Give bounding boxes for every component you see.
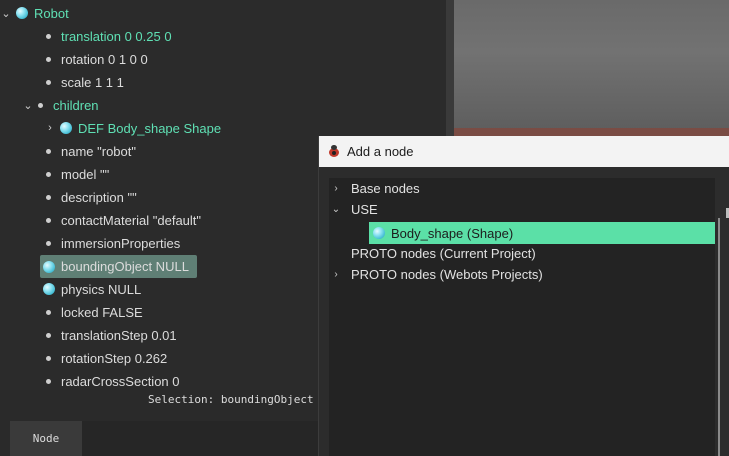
tree-item-label: boundingObject NULL xyxy=(61,259,189,274)
tree-item-label: children xyxy=(53,97,99,113)
chevron-right-icon[interactable]: › xyxy=(44,122,56,134)
bullet-icon xyxy=(46,355,51,361)
viewport-scene xyxy=(454,0,729,130)
tree-item-model[interactable]: model "" xyxy=(46,163,109,185)
tree-item-label: description "" xyxy=(61,189,137,205)
tree-item-label: DEF Body_shape Shape xyxy=(78,120,222,136)
tree-item-label: locked FALSE xyxy=(61,304,143,320)
bullet-icon xyxy=(46,217,51,223)
tree-item-scale[interactable]: scale 1 1 1 xyxy=(46,71,124,93)
dialog-title: Add a node xyxy=(347,144,414,159)
scrollbar[interactable] xyxy=(718,218,720,456)
chevron-down-icon[interactable]: ⌄ xyxy=(329,204,343,215)
bullet-icon xyxy=(46,194,51,200)
tree-item-body-shape[interactable]: › DEF Body_shape Shape xyxy=(44,117,221,139)
node-icon xyxy=(16,7,28,19)
node-tree: › Base nodes ⌄ USE Body_shape (Shape) PR… xyxy=(329,178,715,456)
node-category-base-nodes[interactable]: › Base nodes xyxy=(329,178,420,198)
bullet-icon xyxy=(46,240,51,246)
tree-item-label: name "robot" xyxy=(61,143,136,159)
node-icon xyxy=(60,122,72,134)
bullet-icon xyxy=(46,79,51,85)
tree-item-robot[interactable]: ⌄ Robot xyxy=(0,2,69,24)
tree-item-label: translation 0 0.25 0 xyxy=(61,28,172,44)
add-node-dialog: Add a node › Base nodes ⌄ USE Body_shape… xyxy=(318,136,729,456)
node-category-label: Base nodes xyxy=(351,180,420,196)
selection-info: Selection: boundingObject xyxy=(148,393,314,406)
node-category-label: PROTO nodes (Webots Projects) xyxy=(351,266,543,282)
node-category-proto-webots[interactable]: › PROTO nodes (Webots Projects) xyxy=(329,264,543,284)
bullet-icon xyxy=(46,309,51,315)
3d-viewport[interactable] xyxy=(446,0,729,138)
node-category-label: PROTO nodes (Current Project) xyxy=(351,245,536,261)
tree-item-translation-step[interactable]: translationStep 0.01 xyxy=(46,324,177,346)
tree-item-description[interactable]: description "" xyxy=(46,186,137,208)
dialog-title-bar[interactable]: Add a node xyxy=(319,136,729,167)
tree-item-label: scale 1 1 1 xyxy=(61,74,124,90)
tree-item-immersion-properties[interactable]: immersionProperties xyxy=(46,232,180,254)
bullet-icon xyxy=(46,332,51,338)
tree-item-label: physics NULL xyxy=(61,281,142,297)
node-icon xyxy=(373,227,385,239)
tree-item-physics[interactable]: physics NULL xyxy=(43,278,141,300)
tree-item-label: model "" xyxy=(61,166,110,182)
chevron-right-icon[interactable]: › xyxy=(329,269,343,280)
node-category-use[interactable]: ⌄ USE xyxy=(329,199,378,219)
ladybug-icon xyxy=(327,144,341,159)
tree-item-bounding-object[interactable]: boundingObject NULL xyxy=(40,255,197,278)
node-item-body-shape[interactable]: Body_shape (Shape) xyxy=(369,222,715,244)
bullet-icon xyxy=(46,33,51,39)
bullet-icon xyxy=(46,378,51,384)
tree-item-contact-material[interactable]: contactMaterial "default" xyxy=(46,209,201,231)
bullet-icon xyxy=(46,171,51,177)
bullet-icon xyxy=(46,56,51,62)
bullet-icon xyxy=(38,102,43,108)
chevron-down-icon[interactable]: ⌄ xyxy=(0,7,12,20)
tree-item-rotation-step[interactable]: rotationStep 0.262 xyxy=(46,347,167,369)
tree-item-rotation[interactable]: rotation 0 1 0 0 xyxy=(46,48,148,70)
tree-item-children[interactable]: ⌄ children xyxy=(22,94,99,116)
tree-item-label: contactMaterial "default" xyxy=(61,212,202,228)
bullet-icon xyxy=(46,148,51,154)
chevron-right-icon[interactable]: › xyxy=(329,183,343,194)
tree-item-label: immersionProperties xyxy=(61,235,181,251)
node-category-proto-current[interactable]: PROTO nodes (Current Project) xyxy=(351,243,536,263)
tree-item-label: radarCrossSection 0 xyxy=(61,373,180,389)
node-item-label: Body_shape (Shape) xyxy=(391,225,514,241)
tree-item-label: Robot xyxy=(34,5,69,21)
tab-bar xyxy=(82,421,318,456)
chevron-down-icon[interactable]: ⌄ xyxy=(22,99,34,112)
tree-item-label: rotationStep 0.262 xyxy=(61,350,168,366)
node-icon xyxy=(43,260,55,273)
tree-item-radar-cross-section[interactable]: radarCrossSection 0 xyxy=(46,370,180,392)
tab-node[interactable]: Node xyxy=(10,421,82,456)
tree-item-label: rotation 0 1 0 0 xyxy=(61,51,148,67)
tree-item-translation[interactable]: translation 0 0.25 0 xyxy=(46,25,172,47)
tree-item-name[interactable]: name "robot" xyxy=(46,140,136,162)
tree-item-label: translationStep 0.01 xyxy=(61,327,177,343)
tree-item-locked[interactable]: locked FALSE xyxy=(46,301,143,323)
node-icon xyxy=(43,283,55,295)
node-category-label: USE xyxy=(351,201,378,217)
